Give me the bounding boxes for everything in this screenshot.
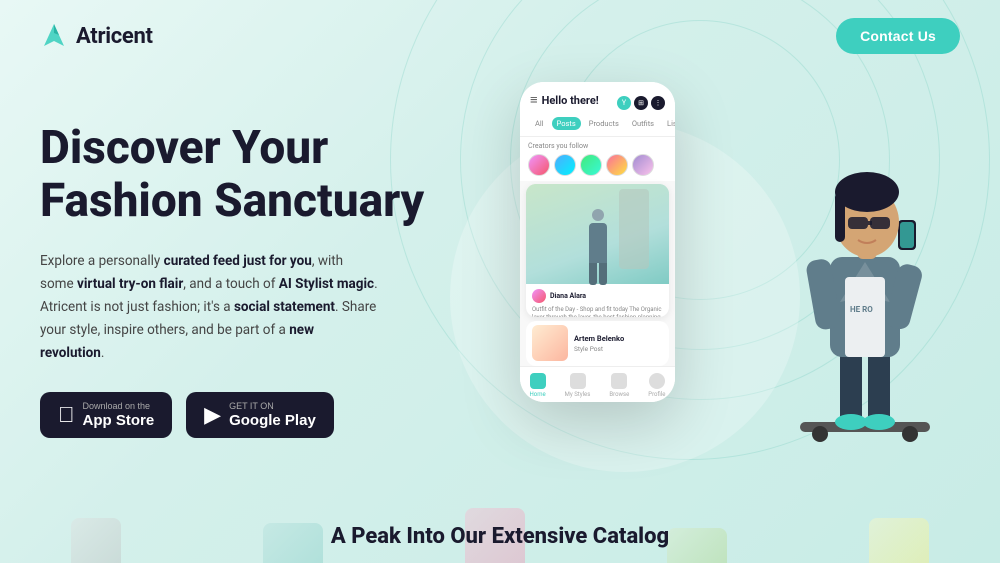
phone-mockup: Hello there! Y ⊞ ⋮ All Posts Products Ou… bbox=[520, 82, 675, 402]
creator-avatar-3 bbox=[580, 154, 602, 176]
phone-header: Hello there! Y ⊞ ⋮ All Posts Products Ou… bbox=[520, 82, 675, 137]
main-content: Discover Your Fashion Sanctuary Explore … bbox=[0, 72, 1000, 512]
store-buttons:  Download on the App Store ▶ GET IT ON … bbox=[40, 392, 470, 438]
google-play-text: GET IT ON Google Play bbox=[229, 402, 316, 428]
creator-avatars bbox=[528, 154, 667, 176]
post-card-1: Diana Alara Outfit of the Day - Shop and… bbox=[526, 184, 669, 317]
post-image bbox=[526, 184, 669, 284]
fashion-character: HE RO bbox=[750, 62, 950, 462]
nav-home: Home bbox=[530, 373, 546, 398]
logo: Atricent bbox=[40, 22, 153, 50]
hero-description: Explore a personally curated feed just f… bbox=[40, 250, 380, 365]
phone-inner: Hello there! Y ⊞ ⋮ All Posts Products Ou… bbox=[520, 82, 675, 402]
play-icon: ▶ bbox=[204, 402, 221, 428]
phone-greeting: Hello there! bbox=[530, 92, 599, 108]
nav-mystyles: My Styles bbox=[565, 373, 591, 398]
phone-icon-3: ⋮ bbox=[651, 96, 665, 110]
tab-list[interactable]: List bbox=[662, 117, 675, 130]
tab-products[interactable]: Products bbox=[584, 117, 624, 130]
post-card-2: Artem Belenko Style Post bbox=[526, 321, 669, 366]
post-caption-bar: Diana Alara Outfit of the Day - Shop and… bbox=[526, 284, 669, 317]
home-icon bbox=[530, 373, 546, 389]
catalog-heading: A Peak Into Our Extensive Catalog bbox=[14, 524, 986, 549]
tab-posts[interactable]: Posts bbox=[552, 117, 581, 130]
phone-tabs: All Posts Products Outfits List bbox=[530, 117, 665, 130]
creator-avatar-5 bbox=[632, 154, 654, 176]
phone-icon-1: Y bbox=[617, 96, 631, 110]
creator-avatar-4 bbox=[606, 154, 628, 176]
mystyles-icon bbox=[570, 373, 586, 389]
hero-left: Discover Your Fashion Sanctuary Explore … bbox=[40, 92, 470, 438]
post-avatar-small bbox=[532, 289, 546, 303]
phone-bottombar: Home My Styles Browse Profile bbox=[520, 366, 675, 402]
post-caption-text: Outfit of the Day - Shop and fit today T… bbox=[532, 306, 663, 317]
logo-icon bbox=[40, 22, 68, 50]
creator-avatar-1 bbox=[528, 154, 550, 176]
hero-title: Discover Your Fashion Sanctuary bbox=[40, 122, 470, 228]
app-store-text: Download on the App Store bbox=[83, 402, 155, 428]
creator-avatar-2 bbox=[554, 154, 576, 176]
post-user-row: Diana Alara bbox=[532, 289, 663, 303]
logo-text: Atricent bbox=[76, 24, 153, 49]
tab-outfits[interactable]: Outfits bbox=[627, 117, 659, 130]
post-username: Diana Alara bbox=[550, 292, 586, 300]
creators-label: Creators you follow bbox=[528, 142, 667, 150]
profile-icon bbox=[649, 373, 665, 389]
navbar: Atricent Contact Us bbox=[0, 0, 1000, 72]
phone-header-icons: Y ⊞ ⋮ bbox=[617, 96, 665, 110]
bottom-section: A Peak Into Our Extensive Catalog bbox=[0, 510, 1000, 563]
phone-icon-2: ⊞ bbox=[634, 96, 648, 110]
nav-profile: Profile bbox=[648, 373, 665, 398]
phone-creators: Creators you follow bbox=[520, 137, 675, 181]
app-store-button[interactable]:  Download on the App Store bbox=[40, 392, 172, 438]
svg-text:HE RO: HE RO bbox=[850, 305, 873, 314]
browse-icon bbox=[611, 373, 627, 389]
post-info-2: Artem Belenko Style Post bbox=[574, 334, 624, 353]
google-play-button[interactable]: ▶ GET IT ON Google Play bbox=[186, 392, 334, 438]
post-thumbnail-2 bbox=[532, 325, 568, 361]
nav-browse: Browse bbox=[609, 373, 629, 398]
hero-right: Hello there! Y ⊞ ⋮ All Posts Products Ou… bbox=[470, 92, 960, 512]
contact-button[interactable]: Contact Us bbox=[836, 18, 960, 54]
apple-icon:  bbox=[58, 402, 75, 428]
tab-all[interactable]: All bbox=[530, 117, 549, 130]
